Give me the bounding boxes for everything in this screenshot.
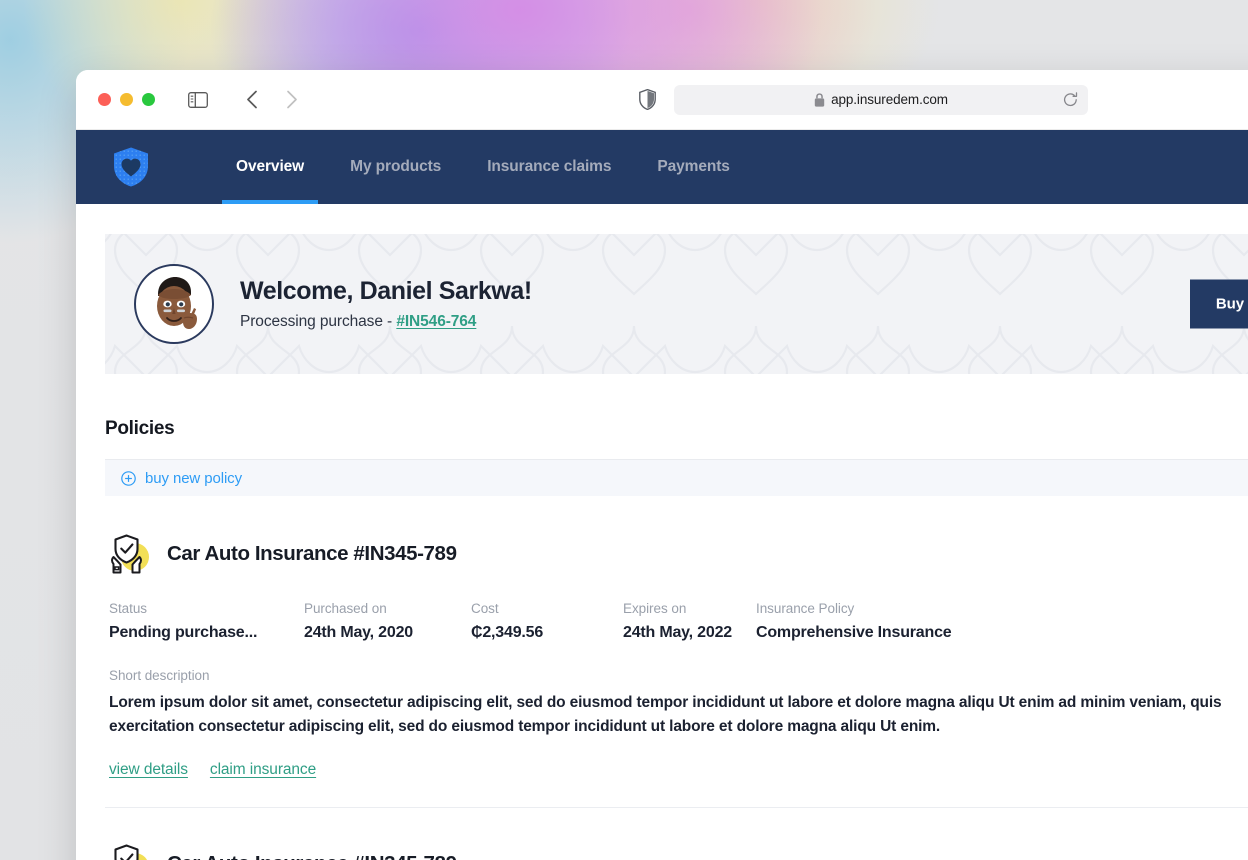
welcome-banner: Welcome, Daniel Sarkwa! Processing purch… xyxy=(105,234,1248,374)
navigation-arrows xyxy=(237,85,307,115)
policy-name: Car Auto Insurance #IN345-789 xyxy=(167,852,457,860)
policy-card: Car Auto Insurance #IN345-789 xyxy=(105,808,1248,860)
chevron-right-icon[interactable] xyxy=(277,85,307,115)
maximize-window-button[interactable] xyxy=(142,93,155,106)
tab-my-products-label: My products xyxy=(350,158,441,176)
policy-card: Car Auto Insurance #IN345-789 Status Pen… xyxy=(105,496,1248,808)
chevron-left-icon[interactable] xyxy=(237,85,267,115)
banner-text: Welcome, Daniel Sarkwa! Processing purch… xyxy=(240,277,532,331)
policy-actions: view details claim insurance xyxy=(105,761,1248,779)
policy-meta-row: Status Pending purchase... Purchased on … xyxy=(105,601,1248,642)
app-navigation-bar: Overview My products Insurance claims Pa… xyxy=(76,130,1248,204)
policy-header: Car Auto Insurance #IN345-789 xyxy=(105,842,1248,860)
meta-insurance-policy-label: Insurance Policy xyxy=(756,601,951,616)
meta-expires-on-label: Expires on xyxy=(623,601,756,616)
claim-insurance-link[interactable]: claim insurance xyxy=(210,761,316,779)
policy-header: Car Auto Insurance #IN345-789 xyxy=(105,532,1248,576)
processing-status: Processing purchase - #IN546-764 xyxy=(240,313,532,331)
minimize-window-button[interactable] xyxy=(120,93,133,106)
meta-purchased-on: Purchased on 24th May, 2020 xyxy=(304,601,471,642)
tab-overview[interactable]: Overview xyxy=(222,130,318,204)
policies-section: Policies buy new policy xyxy=(105,418,1248,860)
tab-payments-label: Payments xyxy=(657,158,729,176)
description-label: Short description xyxy=(109,668,1248,683)
meta-insurance-policy-value: Comprehensive Insurance xyxy=(756,624,951,642)
meta-cost-label: Cost xyxy=(471,601,623,616)
meta-insurance-policy: Insurance Policy Comprehensive Insurance xyxy=(756,601,951,642)
meta-purchased-on-label: Purchased on xyxy=(304,601,471,616)
url-text: app.insuredem.com xyxy=(831,92,948,107)
browser-window: app.insuredem.com xyxy=(76,70,1248,860)
meta-cost-value: ₵2,349.56 xyxy=(471,624,623,642)
policy-reference-link[interactable]: #IN546-764 xyxy=(396,313,476,330)
meta-purchased-on-value: 24th May, 2020 xyxy=(304,624,471,642)
view-details-link[interactable]: view details xyxy=(109,761,188,779)
privacy-shield-icon[interactable] xyxy=(632,85,662,115)
description-line-1: Lorem ipsum dolor sit amet, consectetur … xyxy=(109,691,1248,715)
meta-status-label: Status xyxy=(109,601,304,616)
page-title: Welcome, Daniel Sarkwa! xyxy=(240,277,532,306)
tab-overview-label: Overview xyxy=(236,158,304,176)
nav-tabs: Overview My products Insurance claims Pa… xyxy=(222,130,762,204)
buy-new-policy-button[interactable]: buy new policy xyxy=(105,460,1248,496)
meta-expires-on: Expires on 24th May, 2022 xyxy=(623,601,756,642)
browser-toolbar: app.insuredem.com xyxy=(76,70,1248,130)
tab-my-products[interactable]: My products xyxy=(336,130,455,204)
buy-insurance-button[interactable]: Buy insurance xyxy=(1190,280,1248,329)
policy-description: Short description Lorem ipsum dolor sit … xyxy=(105,668,1248,739)
reload-icon[interactable] xyxy=(1063,92,1078,108)
close-window-button[interactable] xyxy=(98,93,111,106)
plus-circle-icon xyxy=(121,471,136,486)
policy-name: Car Auto Insurance #IN345-789 xyxy=(167,542,457,566)
meta-status: Status Pending purchase... xyxy=(109,601,304,642)
meta-cost: Cost ₵2,349.56 xyxy=(471,601,623,642)
page-content: Welcome, Daniel Sarkwa! Processing purch… xyxy=(76,234,1248,860)
tab-insurance-claims[interactable]: Insurance claims xyxy=(473,130,625,204)
description-line-2: exercitation consectetur adipiscing elit… xyxy=(109,715,1248,739)
tab-insurance-claims-label: Insurance claims xyxy=(487,158,611,176)
processing-status-label: Processing purchase - xyxy=(240,313,396,330)
shield-check-hands-icon xyxy=(109,842,153,860)
window-controls xyxy=(98,93,155,106)
shield-heart-logo-icon[interactable] xyxy=(110,146,152,188)
lock-icon xyxy=(814,93,825,107)
buy-new-policy-label: buy new policy xyxy=(145,470,242,487)
policies-heading: Policies xyxy=(105,418,1248,440)
avatar xyxy=(134,264,214,344)
status-badge: Pending purchase... xyxy=(109,624,304,642)
tab-payments[interactable]: Payments xyxy=(643,130,743,204)
user-avatar-icon xyxy=(138,268,210,340)
url-bar[interactable]: app.insuredem.com xyxy=(674,85,1088,115)
meta-expires-on-value: 24th May, 2022 xyxy=(623,624,756,642)
shield-check-hands-icon xyxy=(109,532,153,576)
sidebar-icon[interactable] xyxy=(183,85,213,115)
